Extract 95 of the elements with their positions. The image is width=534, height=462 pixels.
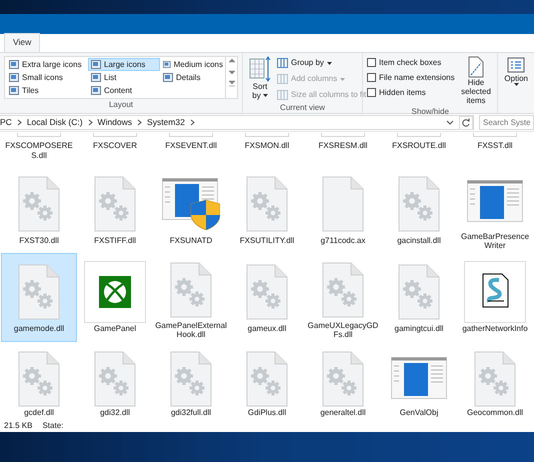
chevron-icon: [190, 119, 195, 126]
file-item[interactable]: Geocommon.dll: [457, 342, 533, 420]
sort-by-button[interactable]: Sort by: [247, 56, 273, 102]
file-item[interactable]: gacinstall.dll: [381, 165, 457, 253]
gear-file-icon: [17, 176, 61, 232]
view-option[interactable]: Large icons: [88, 58, 160, 71]
file-item[interactable]: gameux.dll: [229, 253, 305, 342]
file-item[interactable]: FXSROUTE.dll: [381, 132, 457, 165]
file-size: 21.5 KB: [4, 420, 32, 432]
app-window-shield-icon: [162, 178, 220, 230]
hide-selected-button[interactable]: Hide selected items: [458, 56, 494, 106]
file-item[interactable]: FXST30.dll: [1, 165, 77, 253]
checkbox-label[interactable]: Hidden items: [379, 86, 426, 98]
file-item[interactable]: FXSUNATD: [153, 165, 229, 253]
address-bar[interactable]: PC Local Disk (C:) Windows System32: [0, 115, 474, 130]
command-button[interactable]: Group by: [277, 56, 366, 70]
checkbox[interactable]: [367, 73, 376, 82]
file-item[interactable]: FXSTIFF.dll: [77, 165, 153, 253]
checkbox-label[interactable]: File name extensions: [379, 72, 455, 84]
checkbox[interactable]: [367, 58, 376, 67]
gear-file-icon: [397, 176, 441, 232]
file-item[interactable]: GdiPlus.dll: [229, 342, 305, 420]
gear-file-icon: [321, 262, 365, 318]
gear-file-icon: [169, 350, 213, 407]
gear-file-icon: [321, 350, 365, 407]
gear-file-icon: [17, 264, 61, 320]
group-label: Show/hide: [410, 106, 450, 118]
blank-file-icon: [321, 176, 365, 232]
file-item[interactable]: gdi32.dll: [77, 342, 153, 420]
gear-file-icon: [245, 264, 289, 320]
view-option[interactable]: Medium icons: [160, 58, 226, 71]
view-option[interactable]: Content: [88, 84, 160, 97]
ribbon-tab[interactable]: View: [4, 33, 40, 52]
file-item[interactable]: GameUXLegacyGDFs.dll: [305, 253, 381, 342]
checkbox[interactable]: [367, 88, 376, 97]
options-icon: [507, 56, 526, 74]
chevron-icon: [137, 119, 142, 126]
gear-file-icon: [473, 350, 517, 407]
file-item[interactable]: gamemode.dll: [1, 253, 77, 342]
breadcrumb[interactable]: PC: [0, 116, 12, 129]
app-window-icon: [467, 180, 523, 224]
sort-icon: [249, 56, 271, 82]
group-label: Layout: [108, 99, 134, 111]
view-option[interactable]: Tiles: [6, 84, 88, 97]
file-item[interactable]: GameBarPresenceWriter: [457, 165, 533, 253]
options-button[interactable]: Option: [502, 56, 530, 86]
column-icon: [277, 74, 288, 84]
file-item[interactable]: generaltel.dll: [305, 342, 381, 420]
file-item[interactable]: g711codc.ax: [305, 165, 381, 253]
gear-file-icon: [17, 350, 61, 407]
dropdown-icon: [446, 120, 454, 126]
file-item[interactable]: GenValObj: [381, 342, 457, 420]
gear-file-icon: [245, 350, 289, 407]
state-label: State:: [42, 420, 64, 432]
gear-file-icon: [169, 262, 213, 318]
view-option[interactable]: Small icons: [6, 71, 88, 84]
file-item[interactable]: gdi32full.dll: [153, 342, 229, 420]
page-icon: [468, 56, 484, 78]
file-item[interactable]: gamingtcui.dll: [381, 253, 457, 342]
gear-file-icon: [245, 176, 289, 232]
scroll-arrows[interactable]: [226, 56, 238, 99]
view-option[interactable]: Details: [160, 71, 226, 84]
gear-file-icon: [93, 176, 137, 232]
view-option[interactable]: List: [88, 71, 160, 84]
column-icon: [277, 90, 288, 100]
caret-icon: [514, 83, 519, 86]
group-label: Current view: [279, 102, 326, 114]
breadcrumb[interactable]: System32: [147, 116, 185, 129]
column-icon: [277, 58, 288, 68]
file-item[interactable]: FXSUTILITY.dll: [229, 165, 305, 253]
app-window-icon: [391, 356, 447, 401]
breadcrumb[interactable]: Windows: [98, 116, 132, 129]
search-field[interactable]: Search Syste: [479, 115, 534, 130]
file-item[interactable]: gcdef.dll: [1, 342, 77, 420]
file-item[interactable]: FXSST.dll: [457, 132, 533, 165]
chevron-icon: [16, 119, 22, 126]
checkbox-label[interactable]: Item check boxes: [379, 56, 442, 68]
caret-icon: [340, 78, 346, 80]
file-item[interactable]: FXSCOMPOSERES.dll: [1, 132, 77, 165]
breadcrumb[interactable]: Local Disk (C:): [26, 116, 83, 129]
xbox-tile-icon: [84, 261, 146, 323]
chevron-icon: [88, 119, 93, 126]
file-item[interactable]: GamePanel: [77, 253, 153, 342]
caret-icon: [262, 94, 268, 98]
file-item[interactable]: FXSEVENT.dll: [153, 132, 229, 165]
file-item[interactable]: FXSRESM.dll: [305, 132, 381, 165]
gear-file-icon: [93, 350, 137, 407]
file-item[interactable]: FXSMON.dll: [229, 132, 305, 165]
file-item[interactable]: GamePanelExternalHook.dll: [153, 253, 229, 342]
script-file-icon: [464, 261, 526, 323]
caret-icon: [326, 62, 332, 64]
file-item[interactable]: gatherNetworkInfo: [457, 253, 533, 342]
view-option[interactable]: Extra large icons: [6, 58, 88, 71]
file-item[interactable]: FXSCOVER: [77, 132, 153, 165]
gear-file-icon: [397, 264, 441, 320]
